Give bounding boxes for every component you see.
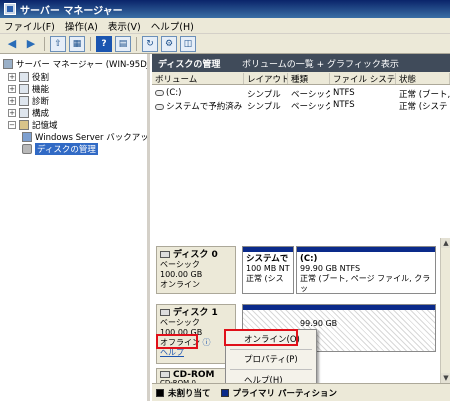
settings-icon[interactable]: ⚙ (161, 35, 177, 52)
up-folder-icon[interactable]: ⇧ (50, 35, 66, 52)
legend-primary-partition: プライマリ パーティション (232, 388, 337, 399)
primary-partition-bar (243, 305, 435, 310)
pane-header: ディスクの管理 ボリュームの一覧 + グラフィック表示 (152, 54, 450, 72)
roles-icon (19, 72, 29, 82)
navigation-tree: サーバー マネージャー (WIN-95DJN + 役割 + 機能 + 診断 + … (0, 54, 150, 401)
disk-map-scrollbar[interactable]: ▲ ▼ (440, 238, 450, 383)
configuration-icon (19, 108, 29, 118)
online-menu-highlight (224, 329, 298, 346)
back-arrow-icon[interactable]: ◀ (4, 36, 20, 52)
toolbar: ◀ ▶ ⇧ ▦ ? ▤ ↻ ⚙ ◫ (0, 34, 450, 54)
table-row[interactable]: (C:) シンプル ベーシック NTFS 正常 (ブート, (152, 87, 450, 100)
toolbar-separator (136, 36, 137, 51)
volume-file-system: NTFS (333, 88, 355, 98)
menu-view[interactable]: 表示(V) (108, 19, 141, 33)
disk-0-label[interactable]: ディスク 0 ベーシック 100.00 GB オンライン (156, 246, 236, 294)
tree-item-windows-server-backup[interactable]: Windows Server バックアップ (22, 131, 147, 143)
tree-item-disk-management[interactable]: ディスクの管理 (22, 143, 98, 155)
expand-icon[interactable]: + (8, 97, 16, 105)
disk-icon (160, 251, 170, 258)
tree-item-roles[interactable]: + 役割 (8, 71, 49, 83)
tree-item-diagnostics[interactable]: + 診断 (8, 95, 49, 107)
help-icon[interactable]: ? (96, 35, 112, 52)
diagnostics-icon (19, 96, 29, 106)
volume-name: システムで予約済み (166, 102, 243, 112)
menu-item-properties[interactable]: プロパティ(P) (230, 352, 312, 366)
tree-item-storage[interactable]: − 記憶域 (8, 119, 58, 131)
expand-icon[interactable]: + (8, 85, 16, 93)
primary-partition-bar (243, 247, 293, 252)
volume-file-system: NTFS (333, 100, 355, 110)
volume-table-header: ボリューム レイアウト 種類 ファイル システム 状態 (152, 72, 450, 85)
properties-icon[interactable]: ▤ (115, 35, 131, 52)
info-icon: ⓘ (202, 338, 211, 347)
server-manager-icon (4, 3, 16, 15)
toolbar-separator (44, 36, 45, 51)
expand-icon[interactable]: + (8, 73, 16, 81)
forward-arrow-icon[interactable]: ▶ (23, 36, 39, 52)
column-header-file-system[interactable]: ファイル システム (330, 73, 396, 84)
menu-help[interactable]: ヘルプ(H) (151, 19, 194, 33)
refresh-icon[interactable]: ↻ (142, 35, 158, 52)
menu-file[interactable]: ファイル(F) (4, 19, 55, 33)
table-row[interactable]: システムで予約済み シンプル ベーシック NTFS 正常 (システ (152, 99, 450, 112)
export-icon[interactable]: ◫ (180, 35, 196, 52)
scroll-up-icon[interactable]: ▲ (441, 238, 450, 248)
scroll-down-icon[interactable]: ▼ (441, 373, 450, 383)
partition-system-reserved[interactable]: システムで 100 MB NT 正常 (シス (242, 246, 294, 294)
server-icon (3, 59, 13, 69)
volume-name: (C:) (166, 88, 182, 98)
storage-icon (19, 120, 29, 130)
disk-1-help-link[interactable]: ヘルプ (160, 348, 184, 357)
menu-action[interactable]: 操作(A) (65, 19, 98, 33)
menu-bar: ファイル(F) 操作(A) 表示(V) ヘルプ(H) (0, 18, 450, 34)
disk-management-icon (22, 144, 32, 154)
column-header-type[interactable]: 種類 (288, 73, 330, 84)
title-bar: サーバー マネージャー (0, 0, 450, 18)
expand-icon[interactable]: + (8, 109, 16, 117)
tree-item-configuration[interactable]: + 構成 (8, 107, 49, 119)
window-title: サーバー マネージャー (20, 5, 123, 17)
pane-title: ディスクの管理 (158, 59, 221, 70)
volume-status: 正常 (システ (399, 102, 448, 112)
legend-unallocated: 未割り当て (168, 388, 211, 399)
column-header-status[interactable]: 状態 (396, 73, 450, 84)
cdrom-icon (160, 371, 170, 378)
show-hide-tree-icon[interactable]: ▦ (69, 35, 85, 52)
volume-type: ベーシック (291, 102, 330, 112)
backup-icon (22, 132, 32, 142)
column-header-layout[interactable]: レイアウト (244, 73, 288, 84)
partition-c-drive[interactable]: (C:) 99.90 GB NTFS 正常 (ブート, ページ ファイル, クラ… (296, 246, 436, 294)
legend: 未割り当て プライマリ パーティション (152, 383, 450, 401)
column-header-volume[interactable]: ボリューム (152, 73, 244, 84)
volume-icon (155, 89, 164, 96)
offline-highlight (156, 334, 198, 349)
volume-icon (155, 103, 164, 110)
tree-item-features[interactable]: + 機能 (8, 83, 49, 95)
disk-offline-icon (160, 309, 170, 316)
legend-swatch-unallocated (156, 388, 164, 397)
toolbar-separator (90, 36, 91, 51)
features-icon (19, 84, 29, 94)
volume-layout: シンプル (247, 102, 281, 112)
primary-partition-bar (297, 247, 435, 252)
menu-separator (230, 349, 312, 350)
legend-swatch-primary (220, 388, 229, 397)
tree-root[interactable]: サーバー マネージャー (WIN-95DJN (3, 58, 147, 70)
menu-separator (230, 369, 312, 370)
collapse-icon[interactable]: − (8, 121, 16, 129)
pane-subtitle: ボリュームの一覧 + グラフィック表示 (242, 59, 399, 70)
